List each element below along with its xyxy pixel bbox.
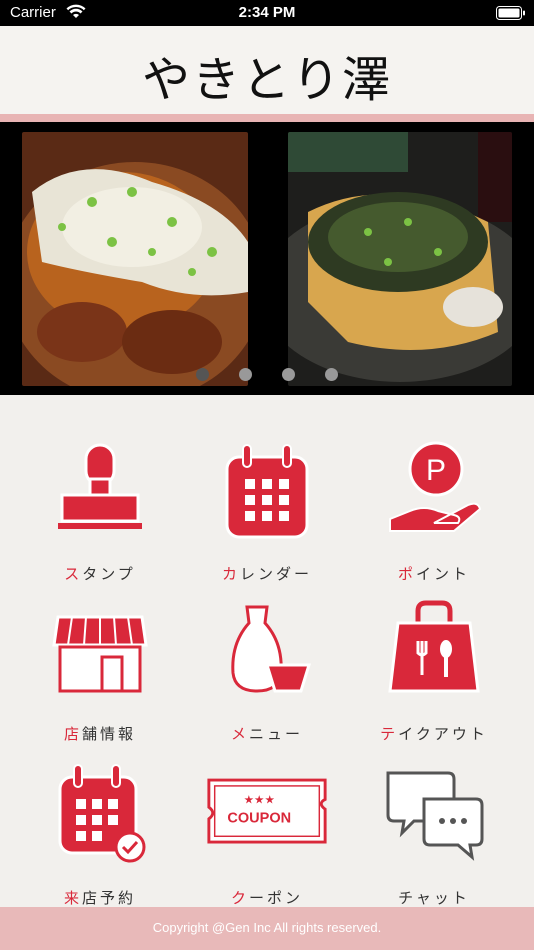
battery-icon [496, 6, 525, 20]
calendar-icon [225, 444, 309, 539]
footer: Copyright @Gen Inc All rights reserved. [0, 907, 534, 950]
restaurant-logo: やきとり澤 [141, 52, 392, 108]
stamp-icon [58, 443, 142, 529]
menu-tile-point[interactable]: P ポイント [364, 435, 504, 585]
svg-text:★★★: ★★★ [244, 792, 275, 806]
status-time: 2:34 PM [238, 4, 296, 21]
coupon-icon: ★★★ COUPON [207, 778, 327, 844]
menu-grid: スタンプ カレンダー P ポイント 店舗情報 メニュー テイクアウト 来店予約 … [0, 395, 534, 907]
menu-label-coupon: クーポン [230, 889, 304, 907]
menu-tile-takeout[interactable]: テイクアウト [364, 595, 504, 745]
menu-label-stamp: スタンプ [64, 565, 136, 583]
menu-tile-menu[interactable]: メニュー [197, 595, 337, 745]
menu-tile-chat[interactable]: チャット [364, 759, 504, 909]
menu-label-store: 店舗情報 [63, 725, 137, 743]
header-divider [0, 114, 534, 122]
carousel-pagination [0, 368, 534, 382]
photo-carousel[interactable] [0, 122, 534, 395]
chicken-nanban-photo[interactable] [22, 132, 248, 386]
carousel-dot[interactable] [196, 368, 209, 381]
chat-icon [386, 771, 484, 861]
menu-label-chat: チャット [398, 889, 470, 907]
carousel-dot[interactable] [282, 368, 295, 381]
menu-label-takeout: テイクアウト [380, 725, 488, 743]
menu-label-calendar: カレンダー [221, 565, 313, 583]
menu-tile-store[interactable]: 店舗情報 [30, 595, 170, 745]
menu-label-reservation: 来店予約 [63, 889, 137, 907]
sake-icon [231, 605, 312, 693]
copyright-text: Copyright @Gen Inc All rights reserved. [152, 920, 382, 935]
svg-text:P: P [426, 454, 446, 487]
menu-tile-reservation[interactable]: 来店予約 [30, 759, 170, 909]
menu-tile-coupon[interactable]: ★★★ COUPON クーポン [197, 759, 337, 909]
menu-label-point: ポイント [397, 565, 471, 583]
app-header: やきとり澤 [0, 26, 534, 114]
agedashi-tofu-photo[interactable] [288, 132, 512, 386]
menu-tile-stamp[interactable]: スタンプ [30, 435, 170, 585]
store-icon [52, 615, 148, 693]
point-icon: P [389, 441, 482, 532]
menu-label-menu: メニュー [230, 725, 304, 743]
carousel-dot[interactable] [325, 368, 338, 381]
menu-tile-calendar[interactable]: カレンダー [197, 435, 337, 585]
reservation-calendar-icon [58, 764, 146, 863]
takeout-bag-icon [388, 600, 480, 693]
carousel-dot[interactable] [239, 368, 252, 381]
status-bar: Carrier 2:34 PM [0, 0, 534, 26]
svg-text:COUPON: COUPON [227, 811, 291, 827]
